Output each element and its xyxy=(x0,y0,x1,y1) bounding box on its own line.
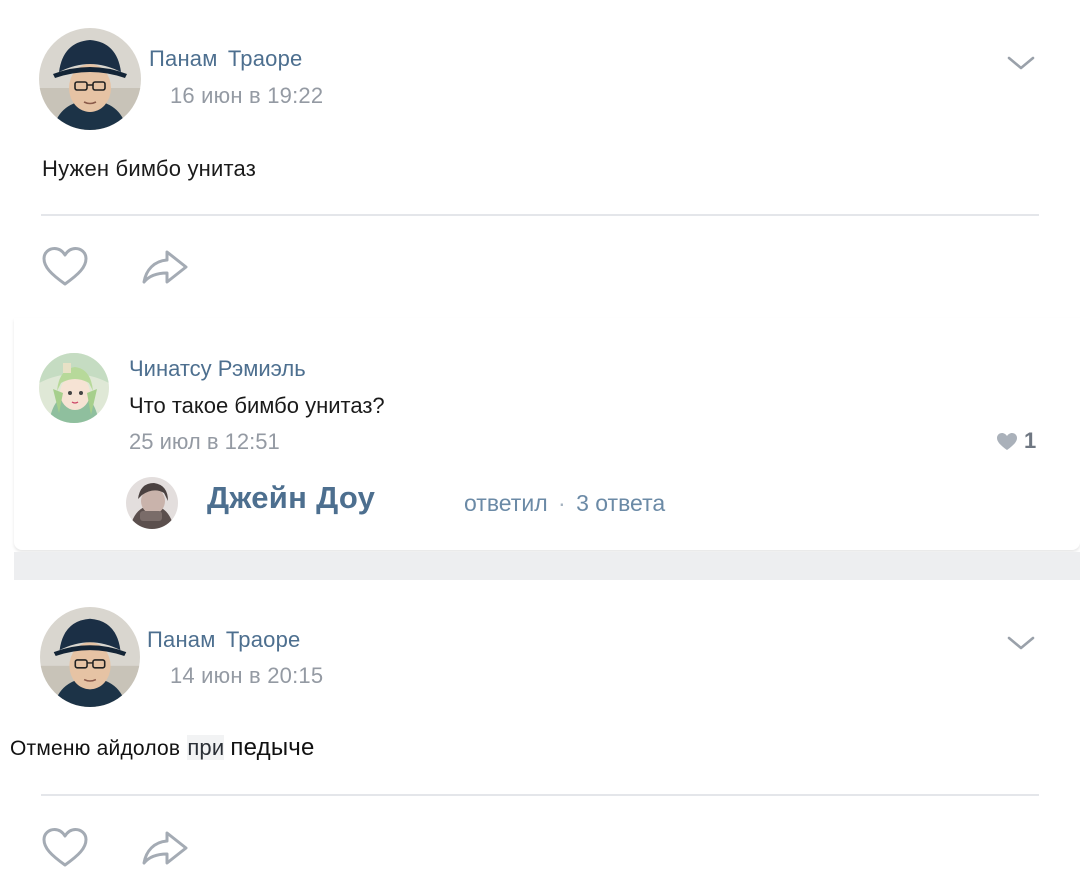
comment-card: Чинатсу Рэмиэль Что такое бимбо унитаз? … xyxy=(14,318,1080,550)
heart-icon[interactable] xyxy=(41,827,89,869)
comment-date[interactable]: 25 июл в 12:51 xyxy=(129,429,280,455)
author-last-name[interactable]: Траоре xyxy=(228,46,303,71)
commenter-name[interactable]: Чинатсу Рэмиэль xyxy=(129,356,306,382)
post-divider xyxy=(41,214,1039,216)
comment-like-button[interactable]: 1 xyxy=(996,428,1036,454)
reply-count: 3 ответа xyxy=(576,490,666,516)
comment-text: Что такое бимбо унитаз? xyxy=(129,393,385,418)
like-count: 1 xyxy=(1024,428,1037,453)
chevron-down-icon[interactable] xyxy=(1006,633,1036,653)
post-card: Панам Траоре 16 июн в 19:22 Нужен бимбо … xyxy=(0,0,1080,316)
share-arrow-icon[interactable] xyxy=(140,829,190,867)
reply-author-name[interactable]: Джейн Доу xyxy=(207,480,375,516)
heart-filled-icon xyxy=(997,432,1017,450)
author-last-name[interactable]: Траоре xyxy=(226,627,301,652)
reply-avatar[interactable] xyxy=(126,477,178,529)
chevron-down-icon[interactable] xyxy=(1006,53,1036,73)
post-date[interactable]: 16 июн в 19:22 xyxy=(170,83,323,109)
author-name[interactable]: Панам Траоре xyxy=(147,627,300,653)
commenter-avatar[interactable] xyxy=(39,353,109,423)
replies-link[interactable]: ответил · 3 ответа xyxy=(464,490,665,517)
post-divider xyxy=(41,794,1039,796)
post-text-part: педыче xyxy=(230,734,315,761)
post-text-part: при xyxy=(187,735,225,760)
share-arrow-icon[interactable] xyxy=(140,248,190,286)
author-first-name[interactable]: Панам xyxy=(147,627,216,652)
post-date[interactable]: 14 июн в 20:15 xyxy=(170,663,323,689)
feed-separator xyxy=(14,552,1080,580)
author-avatar[interactable] xyxy=(39,28,141,130)
author-avatar[interactable] xyxy=(40,607,140,707)
post-text: Отменю айдолов при педыче xyxy=(10,734,315,762)
post-card: Панам Траоре 14 июн в 20:15 Отменю айдол… xyxy=(0,580,1080,887)
author-name[interactable]: Панам Траоре xyxy=(149,46,302,72)
reply-separator: · xyxy=(558,490,566,516)
author-first-name[interactable]: Панам xyxy=(149,46,218,71)
reply-action: ответил xyxy=(464,490,548,516)
post-text-part: Отменю айдолов xyxy=(10,737,181,760)
heart-icon[interactable] xyxy=(41,246,89,288)
post-text: Нужен бимбо унитаз xyxy=(42,156,257,181)
